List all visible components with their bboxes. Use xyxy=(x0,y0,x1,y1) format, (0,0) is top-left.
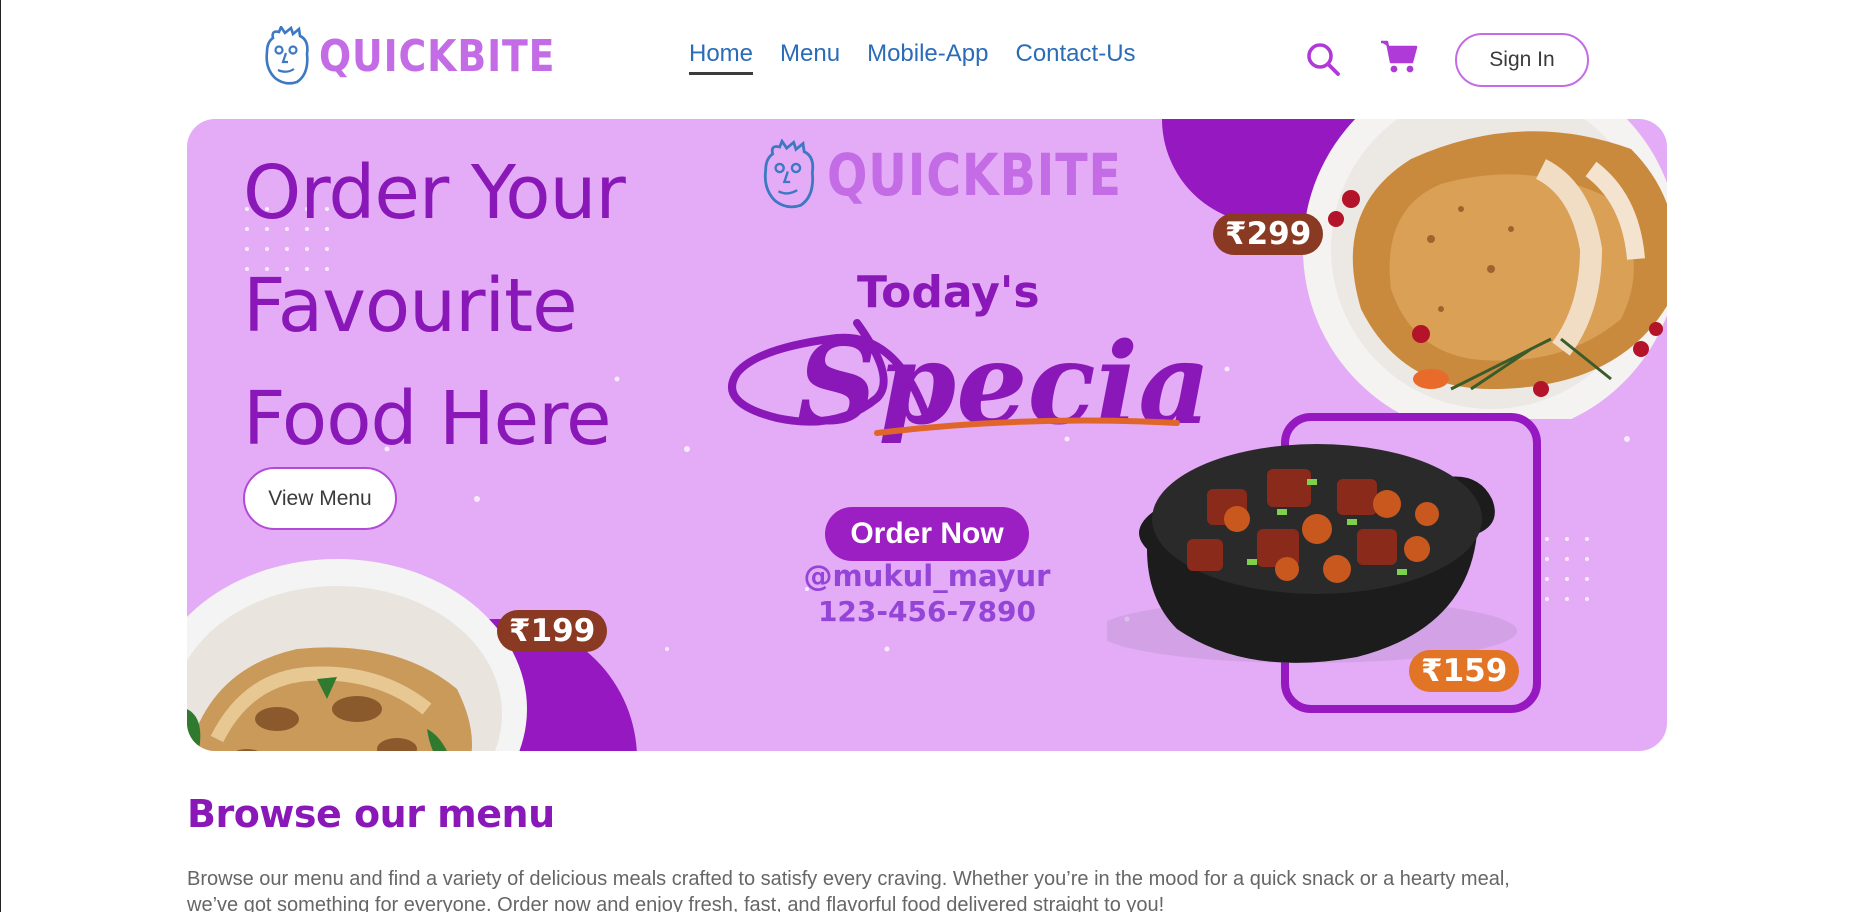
view-menu-button[interactable]: View Menu xyxy=(243,467,397,530)
hero-heading-line: Order Your xyxy=(243,150,626,236)
search-icon[interactable] xyxy=(1304,40,1342,78)
social-handle: @mukul_mayur xyxy=(803,559,1051,593)
nav-link-menu[interactable]: Menu xyxy=(780,40,840,75)
logo-face-icon xyxy=(763,139,815,209)
hero-heading-line: Favourite xyxy=(243,263,578,349)
nav-link-home[interactable]: Home xyxy=(689,40,754,75)
logo-face-icon xyxy=(265,26,309,85)
price-tag-stew: ₹159 xyxy=(1409,650,1520,692)
logo-text: QUICKBITE xyxy=(319,30,556,82)
noodles-dish-image xyxy=(187,559,527,751)
banner-logo-text: QUICKBITE xyxy=(827,141,1122,209)
main-nav: Home Menu Mobile-App Contact-Us xyxy=(689,40,1136,75)
hero-heading: Order Your Favourite Food Here xyxy=(243,137,626,476)
hero-banner: Order Your Favourite Food Here View Menu… xyxy=(187,119,1667,751)
cart-icon[interactable] xyxy=(1379,38,1419,76)
logo[interactable]: QUICKBITE xyxy=(263,26,594,86)
browse-menu-title: Browse our menu xyxy=(187,792,555,836)
navbar: QUICKBITE Home Menu Mobile-App Contact-U… xyxy=(1,0,1852,118)
phone-number: 123-456-7890 xyxy=(817,595,1037,628)
browse-menu-description: Browse our menu and find a variety of de… xyxy=(187,868,1510,912)
sign-in-button[interactable]: Sign In xyxy=(1455,33,1589,87)
order-now-button[interactable]: Order Now xyxy=(825,507,1029,561)
price-tag-roast: ₹299 xyxy=(1213,213,1324,255)
banner-logo: QUICKBITE xyxy=(761,139,1186,211)
price-tag-noodles: ₹199 xyxy=(497,610,608,652)
roast-dish-image xyxy=(1303,119,1667,419)
nav-link-mobile-app[interactable]: Mobile-App xyxy=(867,40,988,75)
nav-link-contact-us[interactable]: Contact-Us xyxy=(1015,40,1135,75)
hero-heading-line: Food Here xyxy=(243,376,611,462)
